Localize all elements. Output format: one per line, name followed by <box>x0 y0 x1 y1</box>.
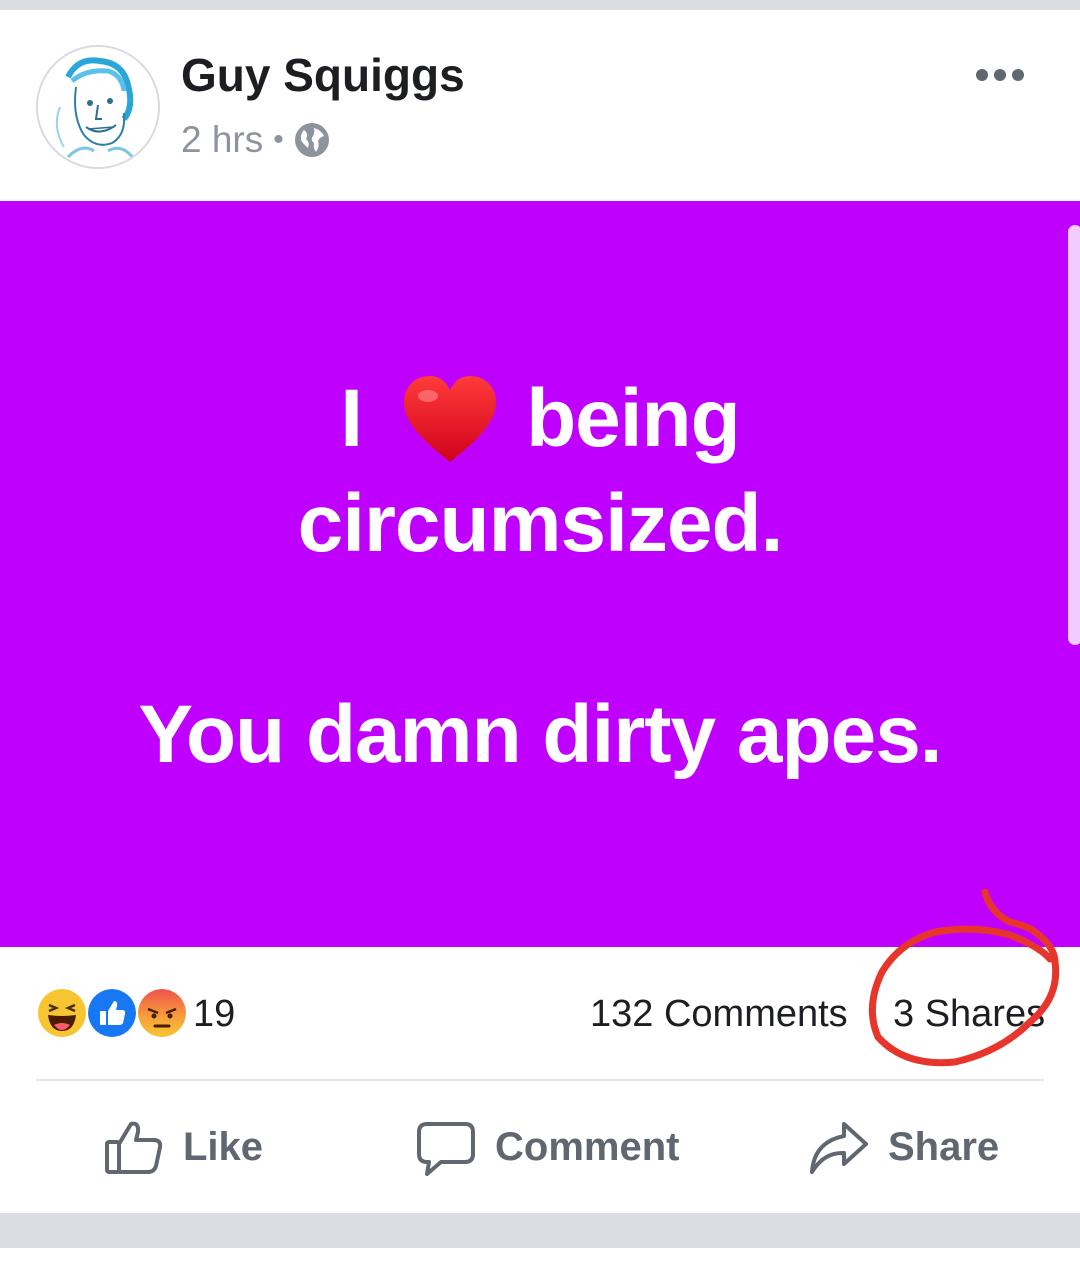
like-reaction-icon <box>86 987 138 1039</box>
like-label: Like <box>183 1124 264 1169</box>
comment-button[interactable]: Comment <box>415 1081 679 1213</box>
meta-separator: • <box>273 123 284 156</box>
post-text-line-1: I being <box>0 371 1080 467</box>
share-arrow-icon <box>810 1122 868 1174</box>
reaction-count[interactable]: 19 <box>193 993 235 1036</box>
speech-bubble-icon <box>417 1122 475 1176</box>
comments-count[interactable]: 132 Comments <box>590 993 848 1036</box>
red-heart-icon <box>404 376 497 462</box>
more-options-icon[interactable] <box>970 55 1030 95</box>
post-actions: Like Comment Share <box>0 1081 1080 1213</box>
post-meta: 2 hrs • <box>181 118 330 162</box>
scrollbar-thumb[interactable] <box>1068 225 1080 645</box>
post-header: Guy Squiggs 2 hrs • <box>0 10 1080 201</box>
post-text-line-2: circumsized. <box>297 478 784 569</box>
post-card: Guy Squiggs 2 hrs • I being circumsized.… <box>0 10 1080 1213</box>
author-name[interactable]: Guy Squiggs <box>181 48 465 102</box>
reaction-icons[interactable] <box>36 987 188 1039</box>
next-post-card <box>0 1248 1080 1286</box>
author-avatar[interactable] <box>36 45 160 169</box>
reactions-summary: 19 132 Comments 3 Shares <box>0 888 1080 1080</box>
thumbs-up-icon <box>105 1121 163 1174</box>
post-text-word-being: being <box>526 373 741 464</box>
post-text-line-3: You damn dirty apes. <box>138 689 942 780</box>
post-background[interactable]: I being circumsized. You damn dirty apes… <box>0 201 1080 947</box>
haha-reaction-icon <box>36 987 88 1039</box>
like-button[interactable]: Like <box>103 1081 263 1213</box>
globe-icon[interactable] <box>294 122 330 158</box>
sketch-portrait-icon <box>38 47 158 167</box>
post-text-word-i: I <box>340 373 363 464</box>
post-timestamp[interactable]: 2 hrs <box>181 119 263 161</box>
angry-reaction-icon <box>136 987 188 1039</box>
share-button[interactable]: Share <box>808 1081 999 1213</box>
comment-label: Comment <box>495 1124 680 1169</box>
feed-gap-top <box>0 0 1080 10</box>
share-label: Share <box>888 1124 1000 1169</box>
shares-count[interactable]: 3 Shares <box>893 993 1045 1036</box>
